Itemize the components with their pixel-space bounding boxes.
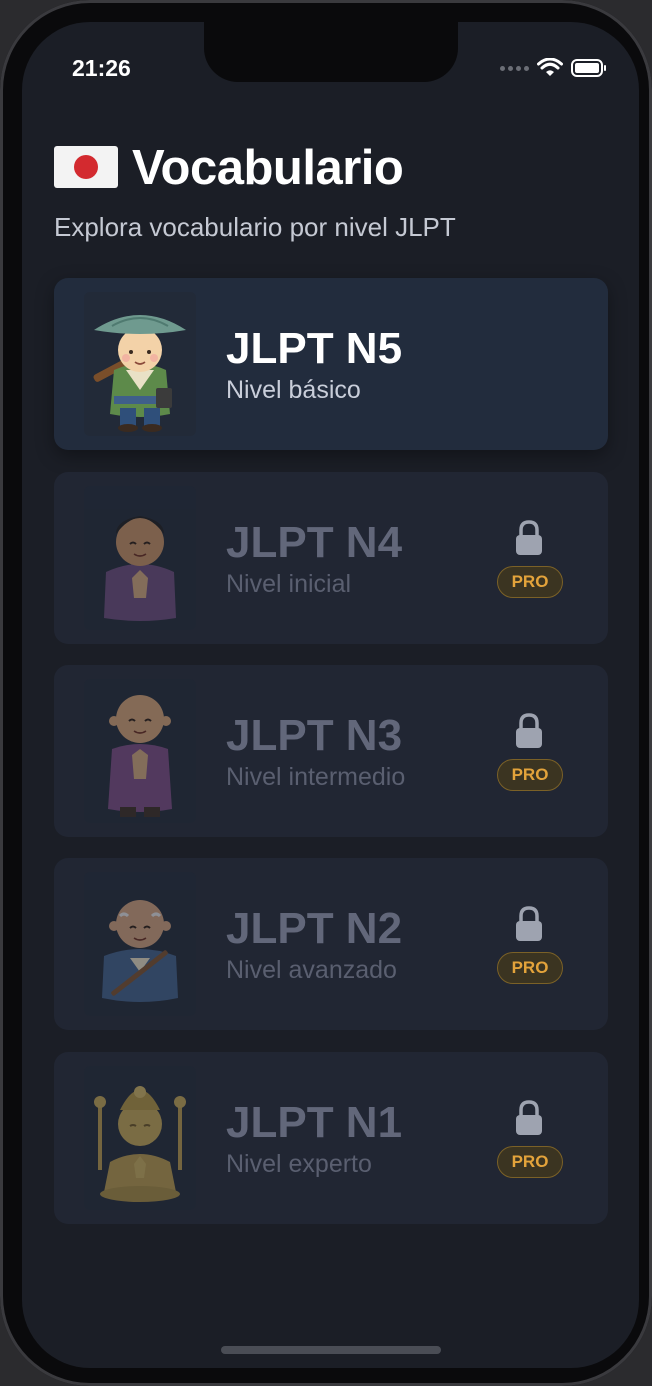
home-indicator[interactable]	[221, 1346, 441, 1354]
battery-icon	[571, 59, 606, 77]
traveler-character-icon	[93, 315, 186, 432]
pro-badge: PRO	[497, 759, 563, 791]
device-notch	[204, 22, 458, 82]
level-title: JLPT N1	[226, 1098, 403, 1147]
lock-icon	[516, 906, 542, 941]
pro-badge: PRO	[497, 1146, 563, 1178]
level-card-n1[interactable]: JLPT N1 Nivel experto PRO	[54, 1052, 608, 1224]
lock-icon	[516, 520, 542, 555]
level-card-n3[interactable]: JLPT N3 Nivel intermedio PRO	[54, 665, 608, 837]
level-subtitle: Nivel intermedio	[226, 763, 406, 791]
cellular-signal-icon	[500, 65, 529, 71]
app-screen: 21:26 Vocabulario Explora vocabulario po…	[22, 22, 639, 1368]
level-illustration	[84, 292, 196, 436]
level-title: JLPT N5	[226, 324, 403, 373]
wifi-icon	[537, 58, 563, 76]
status-time: 21:26	[72, 55, 131, 81]
level-illustration	[84, 486, 196, 630]
buddha-statue-icon	[94, 1086, 186, 1202]
status-icons	[500, 56, 606, 80]
lock-icon	[516, 713, 542, 748]
page-subtitle: Explora vocabulario por nivel JLPT	[54, 212, 456, 242]
level-subtitle: Nivel experto	[226, 1150, 372, 1178]
level-subtitle: Nivel avanzado	[226, 956, 397, 984]
level-card-n2[interactable]: JLPT N2 Nivel avanzado PRO	[54, 858, 608, 1030]
level-card-n4[interactable]: JLPT N4 Nivel inicial PRO	[54, 472, 608, 644]
level-illustration	[84, 872, 196, 1016]
level-card-n5[interactable]: JLPT N5 Nivel básico	[54, 278, 608, 450]
pro-badge: PRO	[497, 566, 563, 598]
level-illustration	[84, 679, 196, 823]
level-illustration	[84, 1066, 196, 1210]
monk-character-icon	[108, 695, 172, 817]
level-title: JLPT N2	[226, 904, 403, 953]
praying-man-character-icon	[104, 516, 176, 621]
lock-icon	[516, 1100, 542, 1135]
level-title: JLPT N3	[226, 711, 403, 760]
level-subtitle: Nivel inicial	[226, 570, 352, 598]
page-title: Vocabulario	[132, 141, 404, 195]
pro-badge: PRO	[497, 952, 563, 984]
level-title: JLPT N4	[226, 518, 403, 567]
elder-character-icon	[102, 900, 178, 1002]
japan-flag-icon	[54, 146, 118, 188]
level-subtitle: Nivel básico	[226, 376, 361, 404]
